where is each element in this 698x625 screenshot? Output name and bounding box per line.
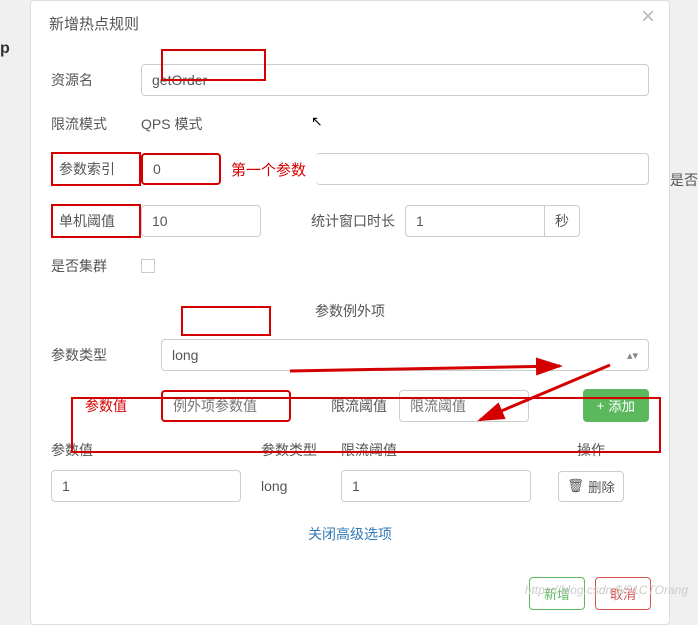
param-index-right-area[interactable] [316,153,649,185]
background-fragment-left: p [0,40,20,58]
exception-value-input[interactable] [161,390,291,422]
table-row: long 🗑 删除 [51,470,649,502]
close-advanced-link[interactable]: 关闭高级选项 [51,524,649,544]
annotation-first-param: 第一个参数 [231,159,306,180]
th-op: 操作 [551,440,631,460]
label-mode: 限流模式 [51,114,141,134]
add-button[interactable]: + 添加 [583,389,649,422]
resource-input[interactable] [141,64,649,96]
label-is-cluster: 是否集群 [51,256,141,276]
stat-window-input[interactable] [405,205,545,237]
label-param-type: 参数类型 [51,345,161,365]
stat-window-unit: 秒 [545,205,580,237]
th-type: 参数类型 [261,440,341,460]
th-value: 参数值 [51,440,261,460]
param-type-select[interactable]: long ▴▾ [161,339,649,371]
label-param-value: 参数值 [51,396,161,416]
cursor-icon: ↖ [311,113,323,130]
background-fragment-right: 是否 [670,170,698,190]
param-index-input[interactable] [141,153,221,185]
exception-table-header: 参数值 参数类型 限流阈值 操作 [51,440,649,460]
row-type: long [261,478,341,494]
delete-button-label: 删除 [588,477,615,496]
label-resource: 资源名 [51,70,141,90]
trash-icon: 🗑 [567,478,584,494]
label-stat-window: 统计窗口时长 [311,211,395,231]
close-icon[interactable]: × [641,3,655,31]
modal-dialog: × 新增热点规则 资源名 限流模式 QPS 模式 ↖ 参数索引 第一个参数 单机… [30,0,670,625]
watermark: https://blog.csdn.$/51CTOrang [525,583,688,597]
param-type-value: long [172,347,198,363]
delete-button[interactable]: 🗑 删除 [558,471,624,502]
limit-threshold-input[interactable] [399,390,529,422]
label-param-index: 参数索引 [51,152,141,186]
row-value-input[interactable] [51,470,241,502]
add-button-label: 添加 [608,396,635,415]
chevron-updown-icon: ▴▾ [627,349,638,362]
th-threshold: 限流阈值 [341,440,551,460]
label-limit-threshold: 限流阈值 [331,396,387,416]
plus-icon: + [597,398,605,413]
mode-value: QPS 模式 [141,114,202,134]
row-threshold-input[interactable] [341,470,531,502]
modal-title: 新增热点规则 [31,1,669,44]
modal-body: 资源名 限流模式 QPS 模式 ↖ 参数索引 第一个参数 单机阈值 统计窗口时长… [31,44,669,564]
section-title: 参数例外项 [51,301,649,321]
cluster-checkbox[interactable] [141,259,155,273]
single-threshold-input[interactable] [141,205,261,237]
label-single-threshold: 单机阈值 [51,204,141,238]
